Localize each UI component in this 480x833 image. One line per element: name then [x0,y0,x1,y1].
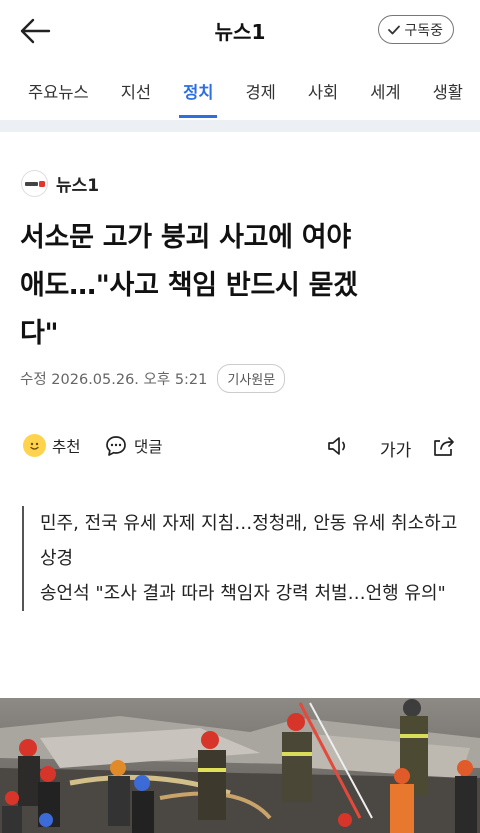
tab-label: 지선 [120,83,152,102]
back-button[interactable] [16,14,54,48]
headline-line: 다" [20,318,59,349]
tab-label: 경제 [245,83,276,102]
font-size-label: 가가 [380,441,412,461]
listen-button[interactable] [326,434,352,458]
summary-line: 민주, 전국 유세 자제 지침…정청래, 안동 유세 취소하고 상경 [40,513,458,569]
collapse-rescue-photo [0,698,480,833]
summary-line: 송언석 "조사 결과 따라 책임자 강력 처벌…언행 유의" [40,583,446,604]
article-date: 수정 2026.05.26. 오후 5:21 [20,372,208,388]
tab-label: 주요뉴스 [28,83,89,102]
press-info[interactable]: 뉴스1 [21,170,99,197]
share-button[interactable] [431,434,457,458]
article-photo[interactable] [0,698,480,833]
tab-world[interactable]: 세계 [354,62,416,120]
tab-politics[interactable]: 정치 [167,62,229,120]
tab-label: 세계 [370,83,401,102]
section-divider [0,120,480,132]
headline-line: 서소문 고가 붕괴 사고에 여야 [20,222,351,253]
press-logo [21,170,48,197]
article-headline: 서소문 고가 붕괴 사고에 여야 애도…"사고 책임 반드시 묻겠 다" [20,214,460,358]
speaker-icon [328,437,346,455]
check-icon [388,25,401,34]
tab-economy[interactable]: 경제 [229,62,291,120]
recommend-label: 추천 [52,437,81,456]
top-bar: 뉴스1 구독중 [0,0,480,62]
arrow-left-icon [20,18,51,44]
subscribe-button[interactable]: 구독중 [378,15,454,44]
font-size-button[interactable]: 가가 [380,436,411,461]
category-tabs: 주요뉴스 지선 정치 경제 사회 세계 생활 [0,62,480,120]
tab-label: 생활 [432,83,463,102]
tab-local-election[interactable]: 지선 [105,62,167,120]
article-meta: 수정 2026.05.26. 오후 5:21 기사원문 [20,364,286,393]
article-actions: 추천 댓글 가가 [0,428,480,470]
tab-living[interactable]: 생활 [417,62,479,120]
article-summary: 민주, 전국 유세 자제 지침…정청래, 안동 유세 취소하고 상경 송언석 "… [22,506,462,611]
headline-line: 애도…"사고 책임 반드시 묻겠 [20,270,358,301]
tab-main-news[interactable]: 주요뉴스 [0,62,105,120]
tab-label: 정치 [183,83,214,102]
share-icon [434,437,454,456]
news1-logo-icon [24,180,45,187]
smile-icon [23,434,46,457]
comment-icon [106,436,126,456]
press-name: 뉴스1 [56,176,100,196]
recommend-button[interactable]: 추천 [23,434,81,457]
subscribe-label: 구독중 [404,22,443,39]
original-article-button[interactable]: 기사원문 [217,364,286,393]
tab-society[interactable]: 사회 [292,62,354,120]
comment-label: 댓글 [134,438,163,456]
tab-label: 사회 [307,83,339,102]
comment-button[interactable]: 댓글 [104,434,163,458]
